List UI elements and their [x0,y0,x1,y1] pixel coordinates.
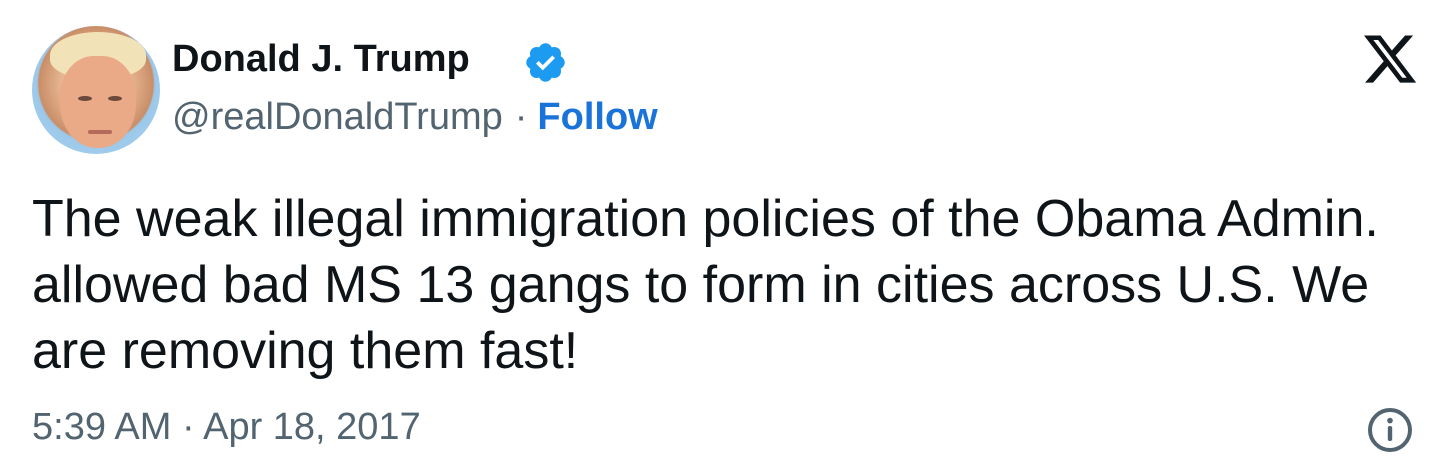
verified-badge-icon [526,43,565,82]
avatar-eye-left [78,96,92,101]
author-name[interactable]: Donald J. Trump [172,38,470,81]
avatar-face [60,56,136,148]
info-icon[interactable] [1366,406,1414,454]
follow-button[interactable]: Follow [537,96,657,138]
author-handle-row: @realDonaldTrump · Follow [172,96,658,139]
avatar-mouth [88,130,112,134]
author-avatar[interactable] [32,26,160,154]
separator-dot: · [514,96,528,138]
tweet-card: Donald J. Trump @realDonaldTrump · Follow … [0,0,1456,473]
tweet-timestamp[interactable]: 5:39 AM · Apr 18, 2017 [32,406,421,449]
tweet-text: The weak illegal immigration policies of… [32,190,1379,380]
x-logo-icon[interactable] [1360,30,1420,88]
author-handle[interactable]: @realDonaldTrump [172,96,503,138]
avatar-eye-right [108,96,122,101]
